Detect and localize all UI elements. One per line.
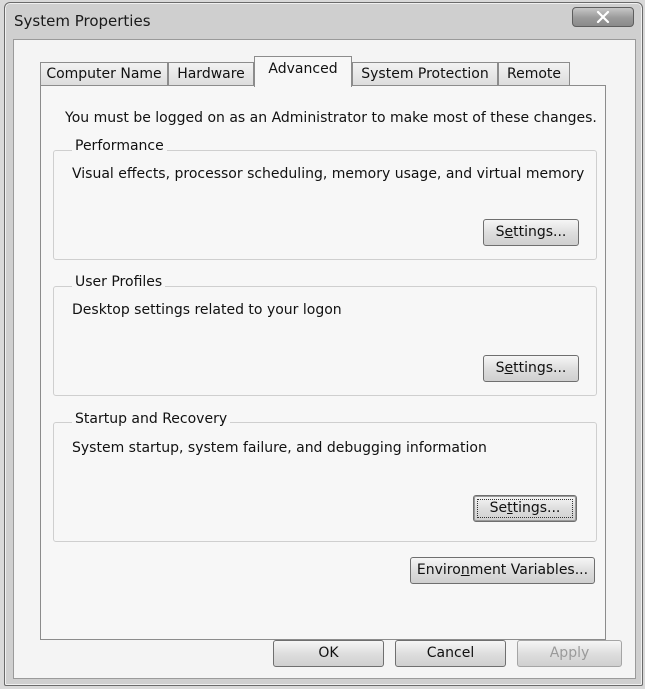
startup-recovery-description: System startup, system failure, and debu… xyxy=(72,440,487,456)
system-properties-window: System Properties Computer Name Hardware… xyxy=(4,2,643,686)
startup-recovery-heading: Startup and Recovery xyxy=(72,411,231,427)
tab-system-protection[interactable]: System Protection xyxy=(352,62,498,86)
startup-recovery-settings-button[interactable]: Settings... xyxy=(473,495,577,522)
performance-settings-button[interactable]: Settings... xyxy=(483,219,579,246)
performance-description: Visual effects, processor scheduling, me… xyxy=(72,166,585,182)
apply-button[interactable]: Apply xyxy=(517,640,622,667)
user-profiles-settings-button[interactable]: Settings... xyxy=(483,355,579,382)
admin-note: You must be logged on as an Administrato… xyxy=(65,110,597,126)
tab-hardware[interactable]: Hardware xyxy=(168,62,254,86)
close-button[interactable] xyxy=(572,7,634,27)
environment-variables-button[interactable]: Environment Variables... xyxy=(410,557,595,584)
user-profiles-description: Desktop settings related to your logon xyxy=(72,302,342,318)
title-bar[interactable]: System Properties xyxy=(5,3,642,41)
env-label-end: ment Variables... xyxy=(469,562,589,578)
settings-label-start: Se xyxy=(489,500,508,516)
settings-accelerator-key: e xyxy=(504,360,514,376)
ok-button[interactable]: OK xyxy=(273,640,384,667)
tab-computer-name[interactable]: Computer Name xyxy=(40,62,168,86)
performance-heading: Performance xyxy=(72,138,167,154)
tab-remote[interactable]: Remote xyxy=(498,62,570,86)
dialog-client-area: Computer Name Hardware Advanced System P… xyxy=(13,39,636,679)
settings-label-end: tings... xyxy=(512,500,561,516)
settings-label-end: ttings... xyxy=(513,360,567,376)
user-profiles-heading: User Profiles xyxy=(72,274,166,290)
settings-accelerator-key: e xyxy=(504,224,514,240)
close-x-icon xyxy=(596,11,610,23)
env-accelerator-key: n xyxy=(460,562,470,578)
window-title: System Properties xyxy=(14,12,151,30)
advanced-tab-panel: You must be logged on as an Administrato… xyxy=(40,85,606,640)
env-label-start: Enviro xyxy=(416,562,461,578)
cancel-button[interactable]: Cancel xyxy=(395,640,506,667)
tab-advanced[interactable]: Advanced xyxy=(254,56,352,87)
settings-label-end: ttings... xyxy=(513,224,567,240)
